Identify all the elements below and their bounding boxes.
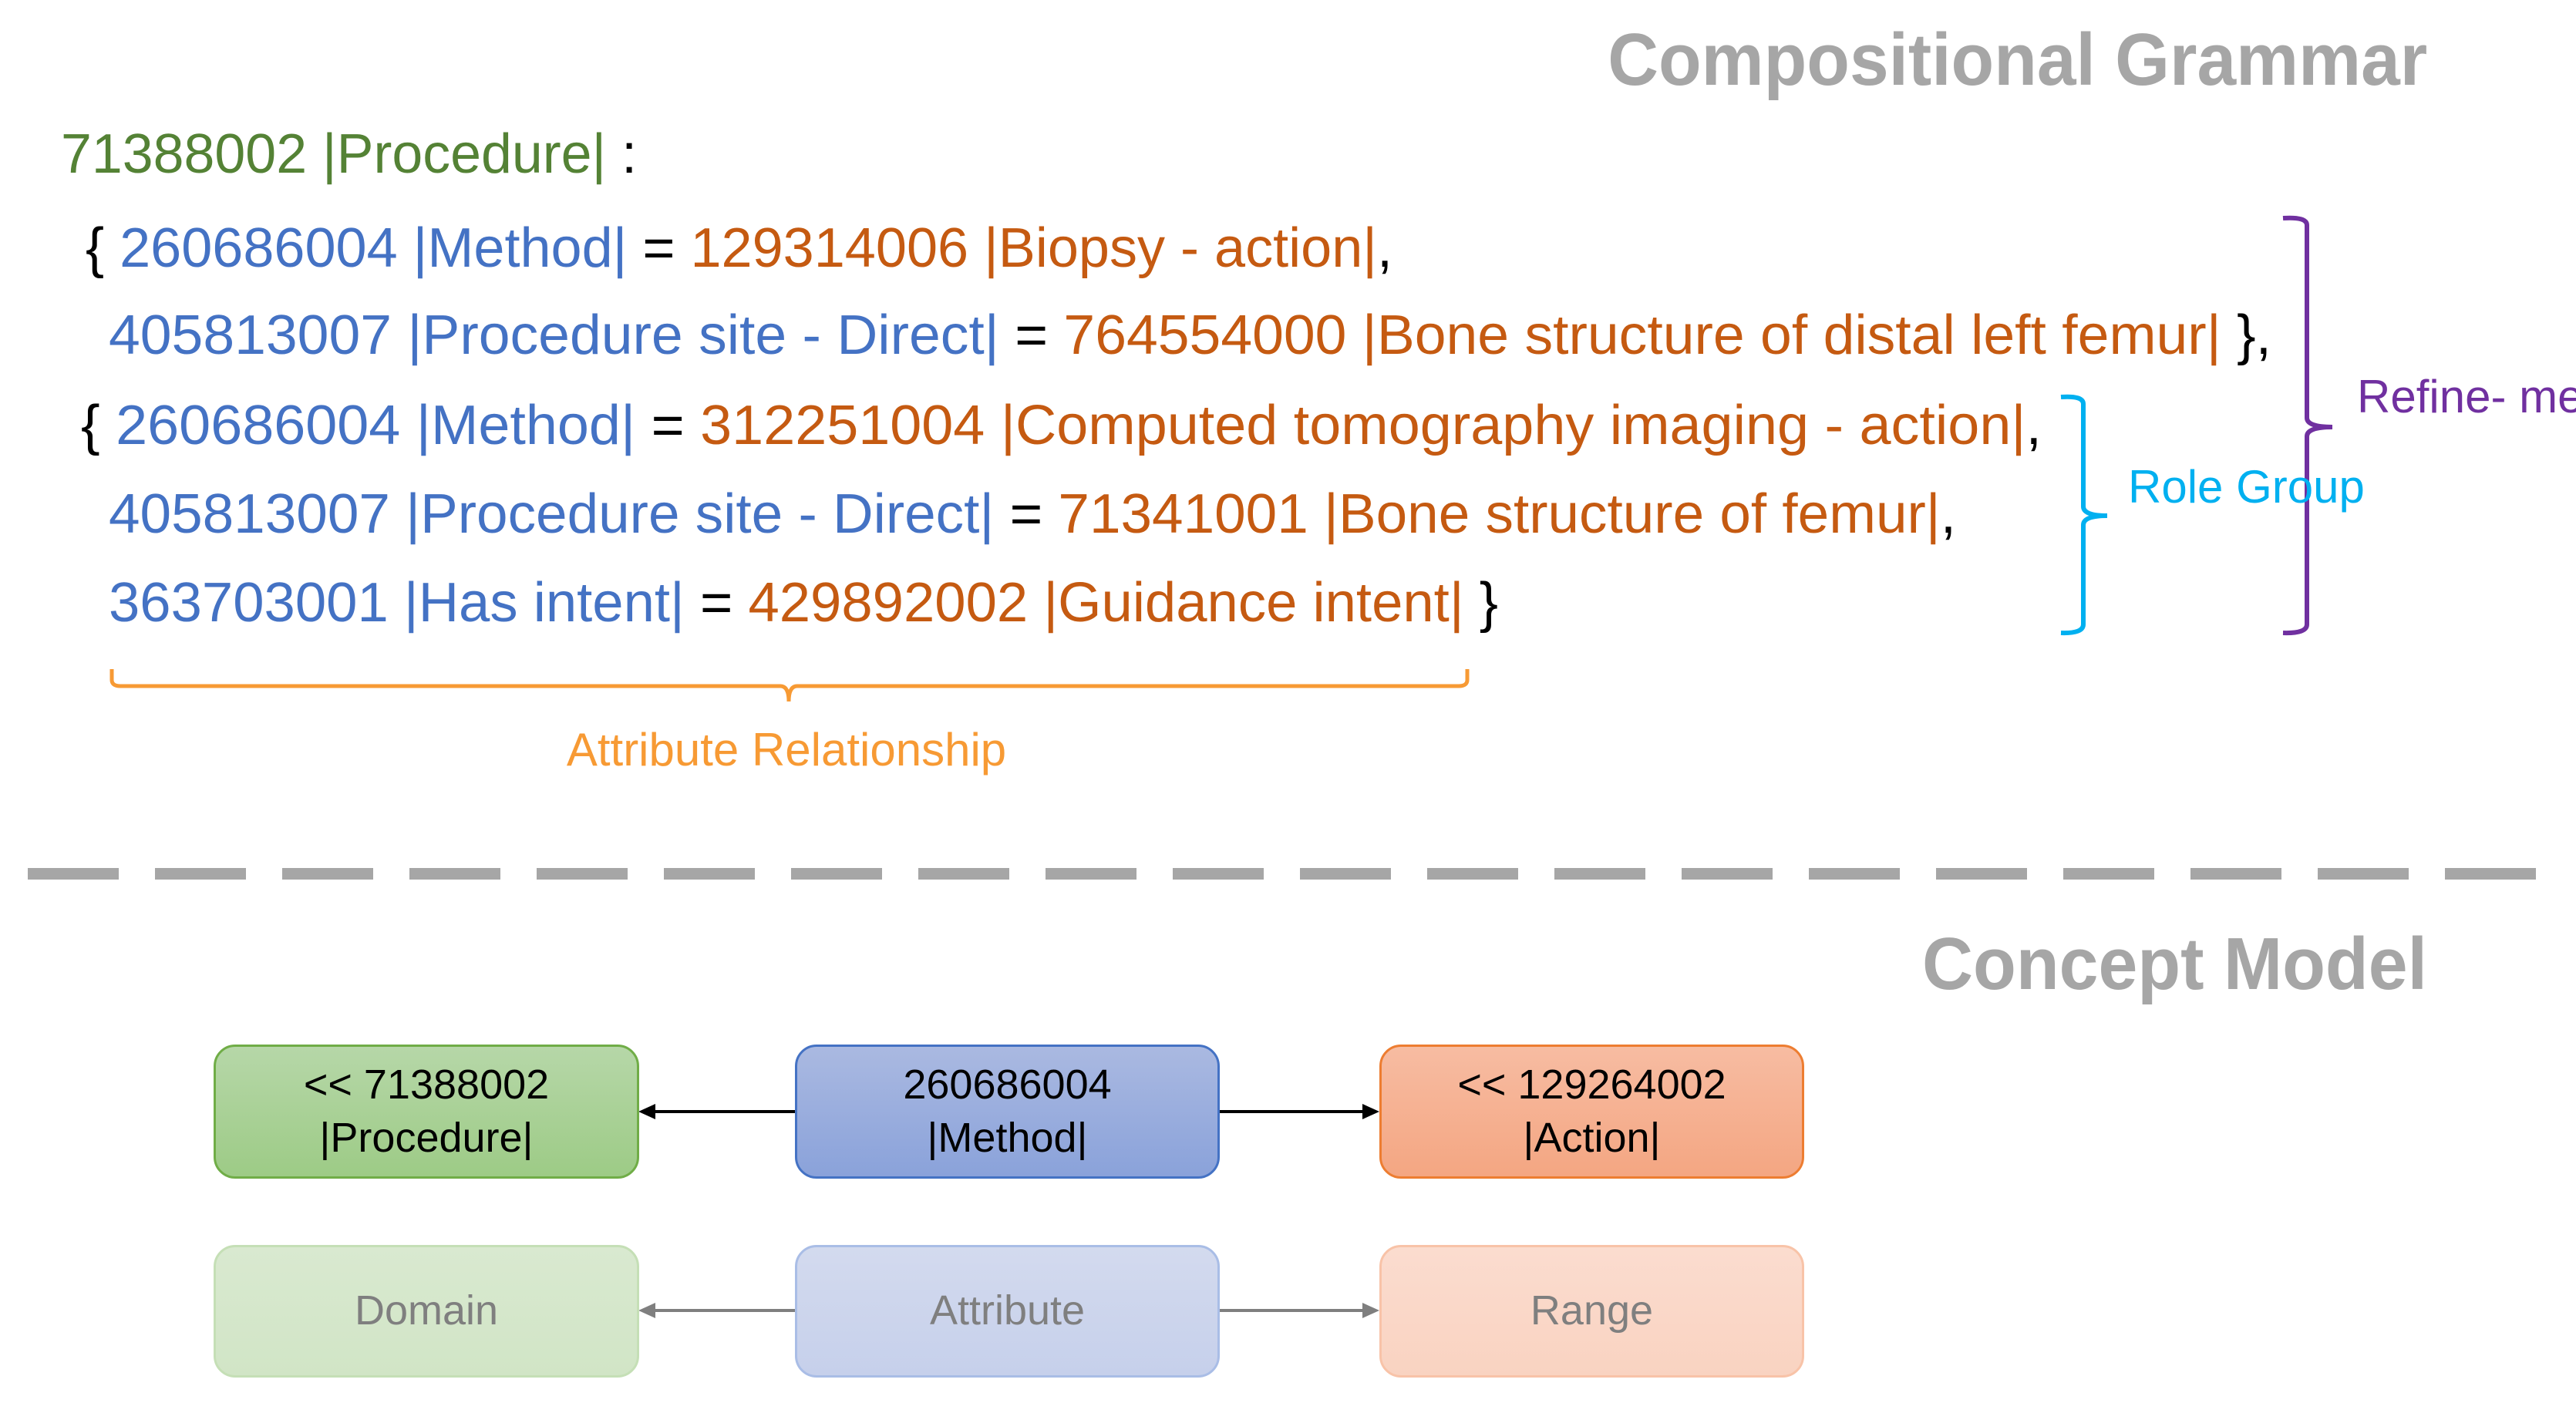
refinement-label: Refine- ment — [2357, 368, 2576, 426]
domain-legend-box: Domain — [214, 1245, 639, 1378]
grammar-line: 405813007 |Procedure site - Direct| = 76… — [109, 308, 2271, 363]
divider-dash — [1682, 868, 1773, 880]
grammar-line: { 260686004 |Method| = 129314006 |Biopsy… — [86, 220, 1392, 276]
domain-concept-box: << 71388002 |Procedure| — [214, 1045, 639, 1179]
divider-dash — [1936, 868, 2027, 880]
punctuation: } — [1463, 572, 1499, 634]
divider-dash — [28, 868, 119, 880]
punctuation: , — [1376, 217, 1392, 279]
annotation-brackets — [109, 215, 2333, 1318]
legend-domain-arrowhead-icon — [638, 1303, 655, 1318]
domain-concept-term: |Procedure| — [319, 1115, 534, 1161]
grammar-line: 71388002 |Procedure| : — [61, 126, 637, 182]
divider-dash — [2445, 868, 2536, 880]
role-group-label-line1: Role — [2128, 461, 2224, 513]
attribute-relationship-brace-icon — [109, 669, 1470, 702]
divider-dash — [664, 868, 755, 880]
attribute-value: 312251004 |Computed tomography imaging -… — [700, 395, 2026, 456]
divider-dash — [409, 868, 500, 880]
range-concept-term: |Action| — [1523, 1115, 1661, 1161]
punctuation: }, — [2221, 304, 2271, 366]
grammar-line: 405813007 |Procedure site - Direct| = 71… — [109, 486, 1956, 542]
punctuation: , — [2025, 395, 2042, 456]
attribute-relationship-label: Attribute Relationship — [566, 724, 1007, 775]
domain-concept-id: << 71388002 — [303, 1061, 550, 1108]
range-legend-label: Range — [1530, 1287, 1654, 1334]
divider-dash — [537, 868, 628, 880]
punctuation: = — [684, 572, 749, 634]
divider-dash — [791, 868, 882, 880]
punctuation: = — [635, 395, 701, 456]
attribute-name: 405813007 |Procedure site - Direct| — [109, 304, 999, 366]
role-group-label: Role Group — [2128, 458, 2365, 516]
refinement-label-line1: Refine- — [2357, 371, 2507, 422]
domain-legend-label: Domain — [354, 1287, 499, 1334]
domain-arrowhead-icon — [638, 1104, 655, 1119]
refinement-label-line2: ment — [2519, 371, 2576, 422]
grammar-line: { 260686004 |Method| = 312251004 |Comput… — [81, 398, 2042, 453]
attribute-value: 429892002 |Guidance intent| — [748, 572, 1464, 634]
attribute-concept-id: 260686004 — [903, 1061, 1112, 1108]
attribute-name: 405813007 |Procedure site - Direct| — [109, 483, 995, 545]
grammar-line: 363703001 |Has intent| = 429892002 |Guid… — [109, 575, 1498, 631]
refinement-brace-icon — [2282, 215, 2333, 636]
divider-dash — [282, 868, 373, 880]
range-concept-box: << 129264002 |Action| — [1379, 1045, 1804, 1179]
range-concept-id: << 129264002 — [1457, 1061, 1726, 1108]
range-legend-box: Range — [1379, 1245, 1804, 1378]
attribute-legend-box: Attribute — [795, 1245, 1220, 1378]
punctuation: : — [606, 123, 637, 185]
role-group-brace-icon — [2060, 394, 2108, 636]
punctuation: = — [994, 483, 1059, 545]
attribute-legend-label: Attribute — [929, 1287, 1086, 1334]
role-group-label-line2: Group — [2236, 461, 2365, 513]
divider-dash — [2318, 868, 2409, 880]
punctuation: , — [1940, 483, 1956, 545]
divider-dash — [1300, 868, 1391, 880]
compositional-grammar-title: Compositional Grammar — [1608, 19, 2427, 101]
divider-dash — [1809, 868, 1900, 880]
attribute-name: 363703001 |Has intent| — [109, 572, 685, 634]
divider-dash — [155, 868, 246, 880]
divider-dash — [918, 868, 1009, 880]
punctuation: { — [86, 217, 120, 279]
attribute-name: 260686004 |Method| — [120, 217, 628, 279]
attribute-value: 71341001 |Bone structure of femur| — [1058, 483, 1941, 545]
attribute-value: 764554000 |Bone structure of distal left… — [1063, 304, 2221, 366]
divider-dash — [1046, 868, 1136, 880]
legend-range-arrowhead-icon — [1362, 1303, 1379, 1318]
attribute-value: 129314006 |Biopsy - action| — [690, 217, 1377, 279]
range-arrowhead-icon — [1362, 1104, 1379, 1119]
divider-dash — [2063, 868, 2154, 880]
concept-model-title: Concept Model — [1922, 923, 2427, 1005]
divider-dash — [2190, 868, 2281, 880]
punctuation: = — [998, 304, 1064, 366]
punctuation: { — [81, 395, 116, 456]
focus-concept: 71388002 |Procedure| — [61, 123, 607, 185]
attribute-concept-term: |Method| — [927, 1115, 1088, 1161]
attribute-concept-box: 260686004 |Method| — [795, 1045, 1220, 1179]
divider-dash — [1173, 868, 1264, 880]
divider-dash — [1554, 868, 1645, 880]
divider-dash — [1427, 868, 1518, 880]
punctuation: = — [627, 217, 691, 279]
attribute-name: 260686004 |Method| — [116, 395, 636, 456]
